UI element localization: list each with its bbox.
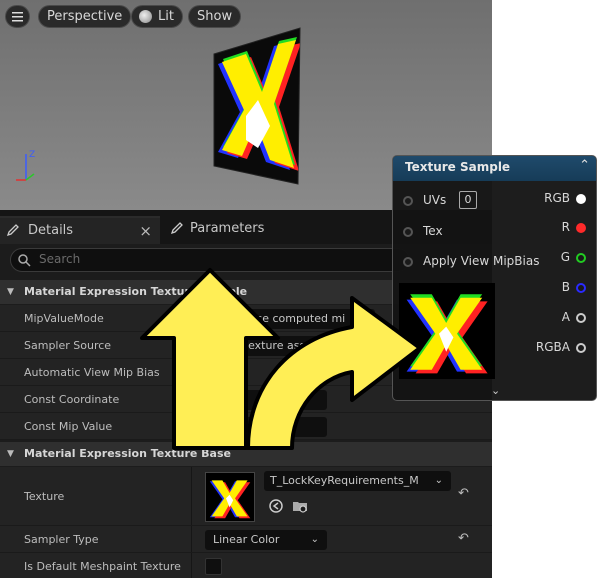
property-label: Automatic View Mip Bias [24, 366, 160, 379]
const-coordinate-input[interactable] [205, 390, 327, 410]
use-selected-asset-icon[interactable] [268, 498, 284, 514]
texture-preview-image [206, 473, 254, 521]
pin-icon[interactable] [403, 196, 413, 206]
pin-label: UVs [423, 193, 447, 207]
expand-node-icon[interactable]: ⌄ [491, 384, 500, 397]
output-pin-rgba[interactable]: RGBA [506, 339, 586, 359]
pin-label: B [561, 280, 570, 294]
texture-thumbnail[interactable] [205, 472, 255, 522]
search-icon [18, 254, 31, 267]
sampler-type-value: Linear Color [213, 533, 280, 546]
chevron-down-icon: ▼ [7, 449, 14, 459]
const-mip-value-input[interactable] [205, 417, 327, 437]
collapse-icon[interactable]: ⌃ [579, 158, 590, 173]
auto-view-mip-bias-checkbox[interactable] [205, 364, 222, 381]
uvs-index-input[interactable]: 0 [459, 191, 477, 209]
node-texture-preview [399, 283, 495, 379]
property-row-const-mip-value: Const Mip Value [0, 413, 492, 440]
tab-details[interactable]: Details × [0, 216, 160, 244]
property-row-default-meshpaint: Is Default Meshpaint Texture [0, 553, 492, 578]
column-divider[interactable] [191, 526, 192, 552]
pin-icon[interactable] [576, 223, 586, 233]
pin-icon[interactable] [403, 227, 413, 237]
texture-preview-image [399, 283, 495, 379]
pencil-icon [6, 224, 19, 237]
reset-to-default-icon[interactable]: ↶ [458, 486, 469, 501]
property-label: Is Default Meshpaint Texture [24, 560, 181, 573]
pin-label: RGB [544, 191, 570, 205]
node-title: Texture Sample [405, 160, 511, 174]
pencil-icon [170, 222, 183, 235]
reset-to-default-icon[interactable]: ↶ [458, 531, 469, 546]
output-pin-rgb[interactable]: RGB [506, 190, 586, 210]
texture-asset-dropdown[interactable]: T_LockKeyRequirements_M ⌄ [264, 471, 451, 491]
tab-parameters[interactable]: Parameters [166, 216, 326, 244]
pin-icon[interactable] [576, 253, 586, 263]
section-title: Material Expression Texture Base [24, 447, 231, 460]
column-divider[interactable] [191, 467, 192, 525]
section-texture-base[interactable]: ▼ Material Expression Texture Base [0, 442, 492, 466]
pin-label: RGBA [535, 340, 570, 354]
column-divider[interactable] [191, 332, 192, 358]
texture-sample-node[interactable]: Texture Sample ⌃ UVs 0 Tex Apply View Mi… [392, 155, 597, 401]
output-pin-g[interactable]: G [506, 249, 586, 269]
property-row-texture: Texture T_LockKeyRequirements_M ⌄ ↶ [0, 467, 492, 526]
tab-details-label: Details [28, 223, 74, 238]
property-label: Const Mip Value [24, 420, 113, 433]
texture-asset-name: T_LockKeyRequirements_M [270, 474, 419, 487]
pin-icon[interactable] [576, 194, 586, 204]
column-divider[interactable] [191, 386, 192, 412]
pin-label: G [560, 250, 570, 264]
pin-label: Tex [423, 224, 443, 238]
browse-folder-icon[interactable] [292, 498, 308, 514]
pin-icon[interactable] [576, 343, 586, 353]
axis-gizmo-icon: Z [16, 150, 35, 181]
svg-text:Z: Z [29, 150, 35, 160]
details-search-input[interactable]: Search [10, 248, 410, 272]
column-divider[interactable] [191, 305, 192, 331]
tab-parameters-label: Parameters [190, 221, 265, 236]
output-pin-r[interactable]: R [506, 219, 586, 239]
pin-label: R [561, 220, 570, 234]
property-row-sampler-type: Sampler Type Linear Color ⌄ ↶ [0, 526, 492, 553]
mip-value-mode-dropdown[interactable]: None (use computed mi [205, 309, 375, 329]
output-pin-a[interactable]: A [506, 309, 586, 329]
chevron-down-icon: ⌄ [434, 475, 443, 486]
pin-icon[interactable] [576, 313, 586, 323]
property-label: Sampler Source [24, 339, 112, 352]
chevron-down-icon: ⌄ [310, 534, 319, 545]
section-title: Material Expression Texture Sample [24, 285, 248, 298]
close-tab-button[interactable]: × [139, 218, 152, 244]
property-label: MipValueMode [24, 312, 104, 325]
column-divider[interactable] [191, 413, 192, 439]
property-label: Const Coordinate [24, 393, 120, 406]
sampler-type-dropdown[interactable]: Linear Color ⌄ [205, 530, 327, 550]
node-header[interactable]: Texture Sample ⌃ [393, 156, 596, 181]
chevron-down-icon: ▼ [7, 287, 14, 297]
property-label: Texture [24, 490, 65, 503]
pin-icon[interactable] [403, 257, 413, 267]
pin-label: A [561, 310, 570, 324]
default-meshpaint-checkbox[interactable] [205, 558, 222, 575]
output-pin-b[interactable]: B [506, 279, 586, 299]
sampler-source-dropdown[interactable]: From texture asset [205, 336, 375, 356]
search-placeholder: Search [39, 252, 81, 266]
pin-icon[interactable] [576, 283, 586, 293]
column-divider[interactable] [191, 553, 192, 578]
column-divider[interactable] [191, 359, 192, 385]
property-label: Sampler Type [24, 533, 99, 546]
